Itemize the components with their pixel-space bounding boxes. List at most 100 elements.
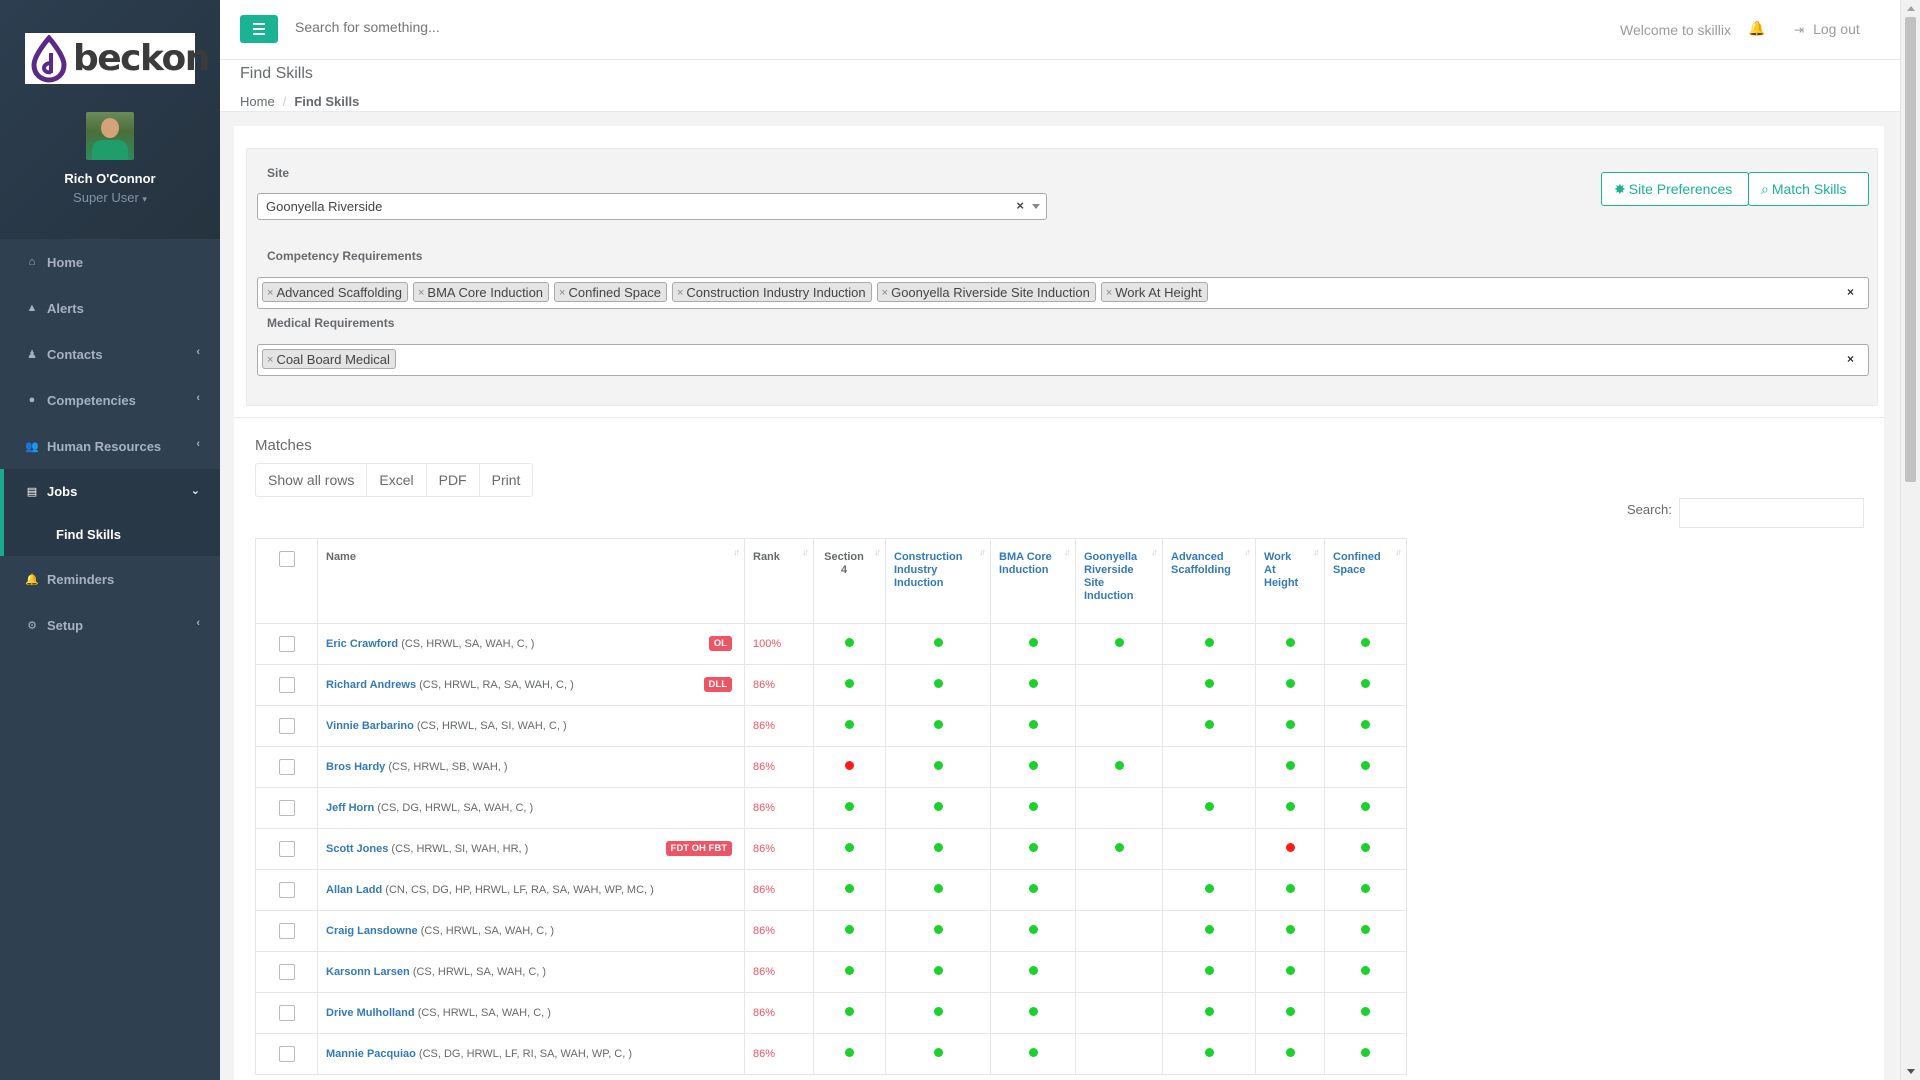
competency-tag[interactable]: × Work At Height (1100, 282, 1208, 302)
column-header-construction-industry-induction[interactable]: Construction Industry Induction ↓↑ (885, 538, 991, 624)
row-checkbox[interactable] (278, 923, 295, 939)
competency-tag[interactable]: × Advanced Scaffolding (262, 282, 408, 302)
table-search-input[interactable] (1679, 498, 1864, 528)
clear-all-icon[interactable]: × (1847, 285, 1854, 299)
remove-tag-icon[interactable]: × (267, 354, 273, 366)
sidebar-item-reminders[interactable]: 🔔 Reminders (0, 556, 220, 602)
contact-name-link[interactable]: Mannie Pacquiao (326, 1048, 416, 1060)
medical-multiselect[interactable]: × Coal Board Medical × (257, 344, 1869, 376)
contact-name-link[interactable]: Craig Lansdowne (326, 925, 418, 937)
contact-name-link[interactable]: Drive Mulholland (326, 1007, 415, 1019)
avatar[interactable] (86, 112, 134, 160)
column-header-goonyella-riverside-site-induction[interactable]: Goonyella Riverside Site Induction ↓↑ (1075, 538, 1163, 624)
sidebar-item-competencies[interactable]: ● Competencies ‹ (0, 377, 220, 423)
row-checkbox[interactable] (278, 636, 295, 652)
table-row[interactable]: Jeff Horn (CS, DG, HRWL, SA, WAH, C, ) 86… (255, 787, 1407, 829)
column-header-confined-space[interactable]: Confined Space ↓↑ (1324, 538, 1407, 624)
print-button[interactable]: Print (478, 463, 534, 497)
scroll-up-icon[interactable] (1907, 6, 1915, 11)
pdf-button[interactable]: PDF (425, 463, 480, 497)
remove-tag-icon[interactable]: × (677, 287, 683, 299)
row-checkbox[interactable] (278, 841, 295, 857)
row-checkbox[interactable] (278, 1005, 295, 1021)
met-status-dot (1028, 638, 1038, 647)
met-status-dot (933, 720, 943, 729)
sidebar-subitem-find-skills[interactable]: Find Skills (0, 513, 220, 556)
sidebar-item-home[interactable]: ⌂ Home (0, 239, 220, 285)
remove-tag-icon[interactable]: × (418, 287, 424, 299)
scroll-down-icon[interactable] (1907, 1069, 1915, 1074)
row-checkbox[interactable] (278, 800, 295, 816)
logout-link[interactable]: ⇥ Log out (1794, 21, 1860, 37)
clear-all-icon[interactable]: × (1847, 352, 1854, 366)
remove-tag-icon[interactable]: × (267, 287, 273, 299)
select-all-checkbox[interactable] (278, 551, 295, 567)
sidebar-item-human-resources[interactable]: 👥 Human Resources ‹ (0, 423, 220, 469)
sidebar-item-contacts[interactable]: ♟ Contacts ‹ (0, 331, 220, 377)
contact-codes: (CN, CS, DG, HP, HRWL, LF, RA, SA, WAH, … (385, 884, 654, 896)
row-select-cell (255, 623, 318, 665)
scrollbar-thumb[interactable] (1905, 17, 1916, 482)
met-status-dot (1361, 720, 1370, 729)
contact-name-link[interactable]: Scott Jones (326, 843, 388, 855)
site-select[interactable]: Goonyella Riverside × (257, 193, 1047, 220)
show-all-rows-button[interactable]: Show all rows (255, 463, 368, 497)
requirement-cell (1324, 1033, 1407, 1075)
row-checkbox[interactable] (278, 964, 295, 980)
user-name[interactable]: Rich O'Connor (0, 171, 220, 186)
match-skills-button[interactable]: ⌕ Match Skills (1748, 172, 1869, 206)
contact-name-link[interactable]: Bros Hardy (326, 761, 385, 773)
table-row[interactable]: Bros Hardy (CS, HRWL, SB, WAH, ) 86% (255, 746, 1407, 788)
table-row[interactable]: Allan Ladd (CN, CS, DG, HP, HRWL, LF, RA… (255, 869, 1407, 911)
row-checkbox[interactable] (278, 759, 295, 775)
table-row[interactable]: Craig Lansdowne (CS, HRWL, SA, WAH, C, )… (255, 910, 1407, 952)
column-header-rank[interactable]: Rank ↓↑ (744, 538, 814, 624)
requirement-cell (990, 869, 1076, 911)
clear-site-icon[interactable]: × (1016, 198, 1024, 213)
remove-tag-icon[interactable]: × (1106, 287, 1112, 299)
competency-tag[interactable]: × BMA Core Induction (412, 282, 550, 302)
competency-tag[interactable]: × Confined Space (554, 282, 667, 302)
table-row[interactable]: Karsonn Larsen (CS, HRWL, SA, WAH, C, ) 8… (255, 951, 1407, 993)
table-row[interactable]: Richard Andrews (CS, HRWL, RA, SA, WAH, … (255, 664, 1407, 706)
column-header-bma-core-induction[interactable]: BMA Core Induction ↓↑ (990, 538, 1076, 624)
breadcrumb-home[interactable]: Home (240, 94, 275, 109)
notifications-bell-icon[interactable]: 🔔 (1748, 20, 1765, 37)
table-row[interactable]: Scott Jones (CS, HRWL, SI, WAH, HR, ) FDT… (255, 828, 1407, 870)
contact-name-link[interactable]: Karsonn Larsen (326, 966, 410, 978)
competency-tag[interactable]: × Construction Industry Induction (671, 282, 872, 302)
menu-toggle-button[interactable] (240, 15, 278, 43)
column-header-section-4[interactable]: Section 4 ↓↑ (813, 538, 886, 624)
excel-button[interactable]: Excel (366, 463, 427, 497)
row-checkbox[interactable] (278, 1046, 295, 1062)
column-header-name[interactable]: Name ↓↑ (317, 538, 745, 624)
contact-name-link[interactable]: Jeff Horn (326, 802, 374, 814)
table-row[interactable]: Vinnie Barbarino (CS, HRWL, SA, SI, WAH,… (255, 705, 1407, 747)
column-header-advanced-scaffolding[interactable]: Advanced Scaffolding ↓↑ (1162, 538, 1256, 624)
row-checkbox[interactable] (278, 677, 295, 693)
page-scrollbar[interactable] (1900, 0, 1920, 1080)
contact-codes: (CS, HRWL, SA, WAH, C, ) (417, 1007, 551, 1019)
logo[interactable]: beckon (25, 33, 210, 84)
medical-tag[interactable]: × Coal Board Medical (262, 349, 396, 369)
row-checkbox[interactable] (278, 718, 295, 734)
sidebar-item-alerts[interactable]: ▲ Alerts (0, 285, 220, 331)
sidebar-item-jobs[interactable]: ▤ Jobs ⌄ (0, 469, 220, 513)
site-preferences-button[interactable]: ✸ Site Preferences (1601, 172, 1749, 206)
table-row[interactable]: Drive Mulholland (CS, HRWL, SA, WAH, C, … (255, 992, 1407, 1034)
remove-tag-icon[interactable]: × (882, 287, 888, 299)
competency-tag[interactable]: × Goonyella Riverside Site Induction (876, 282, 1096, 302)
table-row[interactable]: Eric Crawford (CS, HRWL, SA, WAH, C, ) OL… (255, 623, 1407, 665)
contact-name-link[interactable]: Allan Ladd (326, 884, 382, 896)
table-row[interactable]: Mannie Pacquiao (CS, DG, HRWL, LF, RI, S… (255, 1033, 1407, 1075)
contact-name-link[interactable]: Vinnie Barbarino (326, 720, 414, 732)
contact-name-link[interactable]: Richard Andrews (326, 679, 416, 691)
user-role-dropdown[interactable]: Super User ▾ (0, 190, 220, 205)
contact-name-link[interactable]: Eric Crawford (326, 638, 398, 650)
competency-multiselect[interactable]: × Advanced Scaffolding × BMA Core Inductio… (257, 277, 1869, 309)
search-input[interactable] (295, 19, 695, 35)
row-checkbox[interactable] (278, 882, 295, 898)
sidebar-item-setup[interactable]: ⚙ Setup ‹ (0, 602, 220, 648)
remove-tag-icon[interactable]: × (559, 287, 565, 299)
column-header-work-at-height[interactable]: Work At Height ↓↑ (1255, 538, 1325, 624)
